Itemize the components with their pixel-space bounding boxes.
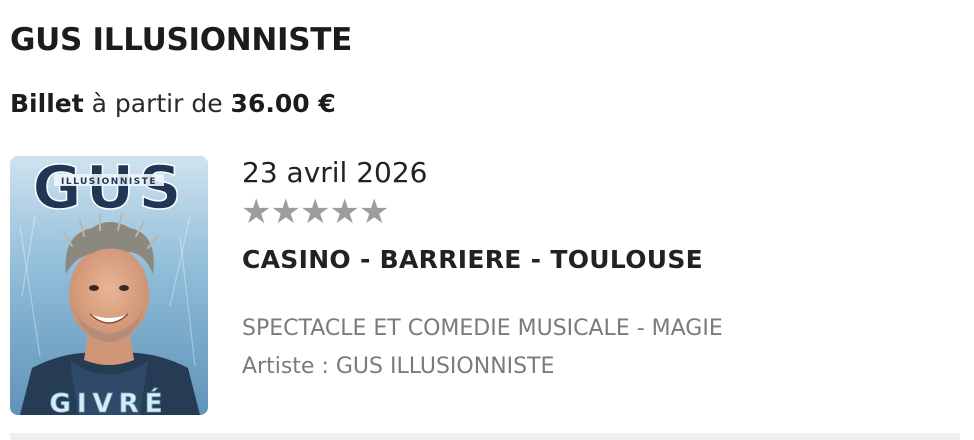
star-icon[interactable]: ★ [300,194,331,230]
event-card[interactable]: GUS ILLUSIONNISTE GIVRÉ 23 avril 2026 ★★… [10,156,964,418]
rating-stars[interactable]: ★★★★★ [241,194,390,230]
poster-subtitle: ILLUSIONNISTE [61,177,157,187]
price-prefix: à partir de [91,89,223,118]
event-poster[interactable]: GUS ILLUSIONNISTE GIVRÉ [10,156,208,415]
star-icon[interactable]: ★ [241,194,272,230]
poster-bottom-word: GIVRÉ [50,387,169,415]
star-icon[interactable]: ★ [359,194,390,230]
event-date: 23 avril 2026 [242,156,428,189]
event-artist: Artiste : GUS ILLUSIONNISTE [242,354,555,379]
event-category: SPECTACLE ET COMEDIE MUSICALE - MAGIE [242,316,723,341]
event-title[interactable]: GUS ILLUSIONNISTE [10,20,352,60]
price-amount: 36.00 € [230,89,336,118]
divider [10,433,960,440]
ticket-price: Billet à partir de 36.00 € [10,86,336,122]
price-label: Billet [10,89,84,118]
event-venue[interactable]: CASINO - BARRIERE - TOULOUSE [242,244,703,276]
star-icon[interactable]: ★ [270,194,301,230]
poster-title: GUS [32,156,185,223]
star-icon[interactable]: ★ [329,194,360,230]
